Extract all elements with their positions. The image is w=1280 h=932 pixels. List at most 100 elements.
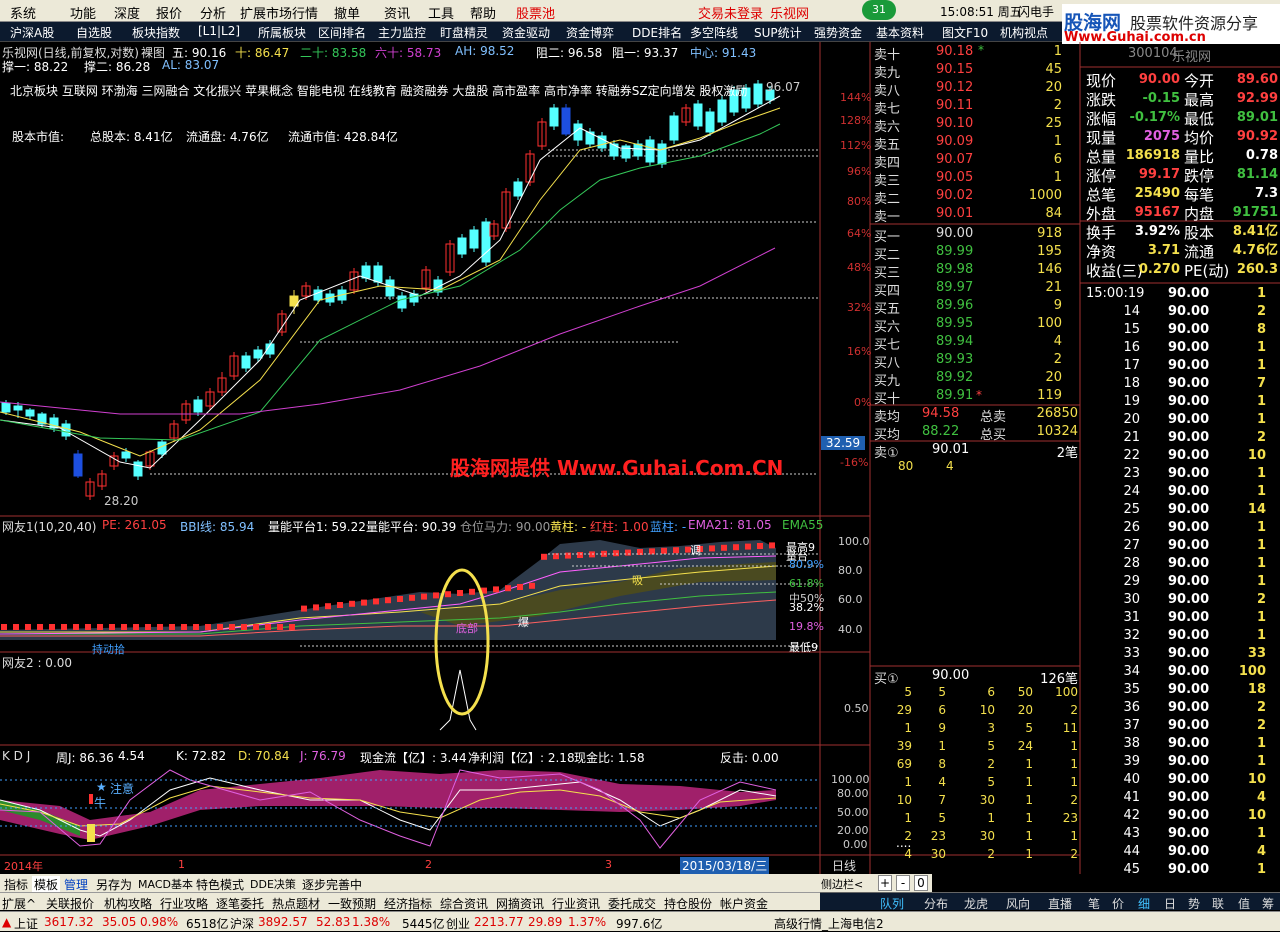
tick-volume: 1	[1256, 412, 1266, 427]
ind1-bar	[73, 624, 79, 630]
tick-volume: 18	[1247, 682, 1266, 697]
tab-chips[interactable]: 筹	[1262, 895, 1274, 912]
tab-queue[interactable]: 队列	[880, 895, 904, 912]
tick-volume: 2	[1256, 718, 1266, 733]
tab-consensus[interactable]: 一致预期	[328, 895, 376, 912]
tab-price[interactable]: 价	[1112, 895, 1124, 912]
tab-link[interactable]: 联	[1212, 895, 1224, 912]
tab-account-funds[interactable]: 帐户资金	[720, 895, 768, 912]
hs-index-name[interactable]: 沪深	[230, 915, 254, 932]
quote-value: 260.3	[1236, 262, 1278, 277]
sell-level-price[interactable]: 90.15	[936, 62, 973, 77]
buy-level-price[interactable]: 89.96	[936, 298, 973, 313]
tick-price: 90.00	[1168, 754, 1210, 769]
sell-level-price[interactable]: 90.18	[936, 44, 973, 59]
tab-industry-strategy[interactable]: 行业攻略	[160, 895, 208, 912]
pct-axis-label: -16%	[840, 456, 869, 469]
buy1-queue-order: 1	[1025, 811, 1033, 825]
tick-price: 90.00	[1168, 556, 1210, 571]
buy-level-price[interactable]: 89.91	[936, 388, 973, 403]
tab-trend[interactable]: 风向	[1006, 895, 1030, 912]
buy1-queue-order: 1	[904, 775, 912, 789]
quote-label: 涨跌	[1086, 91, 1117, 109]
kdj-name[interactable]: K D J	[2, 749, 30, 763]
buy-level-price[interactable]: 89.95	[936, 316, 973, 331]
buy1-queue-order: 1	[1025, 775, 1033, 789]
ind2-name[interactable]: 网友2 : 0.00	[2, 654, 72, 671]
sell-level-price[interactable]: 90.05	[936, 170, 973, 185]
sidebar-toggle-button[interactable]: 侧边栏<	[821, 876, 863, 892]
tick-volume: 2	[1256, 304, 1266, 319]
cy-index-name[interactable]: 创业	[446, 915, 470, 932]
sell-level-price[interactable]: 90.01	[936, 206, 973, 221]
tab-economic[interactable]: 经济指标	[384, 895, 432, 912]
sell-level-price[interactable]: 90.12	[936, 80, 973, 95]
tab-inst-strategy[interactable]: 机构攻略	[104, 895, 152, 912]
tab-detail[interactable]: 细	[1138, 895, 1150, 912]
tab-digest-news[interactable]: 网摘资讯	[496, 895, 544, 912]
ma60-line	[0, 247, 776, 415]
ind1-vol-platform1: 量能平台1: 59.22	[268, 520, 366, 534]
tick-time: 22	[1123, 448, 1140, 463]
tab-holdings[interactable]: 持仓股份	[664, 895, 712, 912]
quote-label: 净资	[1086, 243, 1117, 261]
tab-general-news[interactable]: 综合资讯	[440, 895, 488, 912]
tick-price: 90.00	[1168, 682, 1210, 697]
kdj-cashflow: 现金流【亿】: 3.44	[360, 751, 467, 765]
buy-level-price[interactable]: 89.93	[936, 352, 973, 367]
buy1-queue-order: 2	[1070, 703, 1078, 717]
tab-distribution[interactable]: 分布	[924, 895, 948, 912]
tab-momentum[interactable]: 势	[1188, 895, 1200, 912]
ind1-bar	[169, 624, 175, 630]
sell-level-price[interactable]: 90.07	[936, 152, 973, 167]
ind1-bar	[409, 594, 415, 601]
quote-value: 186918	[1125, 148, 1180, 163]
tab-hot-topics[interactable]: 热点题材	[272, 895, 320, 912]
ind1-name[interactable]: 网友1(10,20,40)	[2, 518, 96, 535]
tab-trades[interactable]: 笔	[1088, 895, 1100, 912]
tab-live[interactable]: 直播	[1048, 895, 1072, 912]
tab-improving[interactable]: 逐步完善中	[302, 876, 362, 893]
tab-dde-decision[interactable]: DDE决策	[250, 876, 296, 892]
buy-level-price[interactable]: 89.97	[936, 280, 973, 295]
quote-value: 90.92	[1236, 129, 1278, 144]
tab-feature-mode[interactable]: 特色模式	[196, 876, 244, 893]
server-status[interactable]: 高级行情_上海电信2	[774, 915, 884, 932]
zoom-out-button[interactable]: -	[896, 875, 910, 891]
tab-orders-trades[interactable]: 委托成交	[608, 895, 656, 912]
tab-value[interactable]: 值	[1238, 895, 1250, 912]
total-volume: 10324	[1036, 424, 1078, 439]
ma20-label: 二十: 83.58	[300, 46, 367, 60]
tab-expand[interactable]: 扩展^	[2, 895, 36, 912]
period-label[interactable]: 日线	[832, 857, 856, 874]
sell-level-price[interactable]: 90.02	[936, 188, 973, 203]
tab-order-by-order[interactable]: 逐笔委托	[216, 895, 264, 912]
tick-price: 90.00	[1168, 484, 1210, 499]
buy-level-label: 买九	[874, 374, 901, 389]
zoom-reset-button[interactable]: 0	[914, 875, 928, 891]
tab-indicator[interactable]: 指标	[4, 876, 28, 893]
buy-level-price[interactable]: 89.92	[936, 370, 973, 385]
tab-daily[interactable]: 日	[1164, 895, 1176, 912]
tab-related-quote[interactable]: 关联报价	[46, 895, 94, 912]
buy-level-price[interactable]: 89.99	[936, 244, 973, 259]
buy-level-price[interactable]: 90.00	[936, 226, 973, 241]
ind1-bbi: BBI线: 85.94	[180, 520, 255, 534]
tab-macd-basic[interactable]: MACD基本	[138, 876, 193, 892]
tab-save-as[interactable]: 另存为	[96, 876, 132, 893]
sell-level-price[interactable]: 90.09	[936, 134, 973, 149]
sh-index-name[interactable]: 上证	[14, 915, 38, 932]
sell-level-label: 卖九	[874, 66, 901, 81]
sell-level-price[interactable]: 90.10	[936, 116, 973, 131]
tick-time: 39	[1123, 754, 1140, 769]
tab-industry-news[interactable]: 行业资讯	[552, 895, 600, 912]
tab-manage[interactable]: 管理	[64, 876, 88, 893]
zoom-in-button[interactable]: +	[878, 875, 892, 891]
sell-level-price[interactable]: 90.11	[936, 98, 973, 113]
buy-level-price[interactable]: 89.94	[936, 334, 973, 349]
buy1-queue-order: 6	[987, 685, 995, 699]
capital-label: 股本市值:	[12, 130, 65, 144]
buy-level-price[interactable]: 89.98	[936, 262, 973, 277]
tab-dragon-tiger[interactable]: 龙虎	[964, 895, 988, 912]
tab-template[interactable]: 模板	[32, 876, 61, 893]
